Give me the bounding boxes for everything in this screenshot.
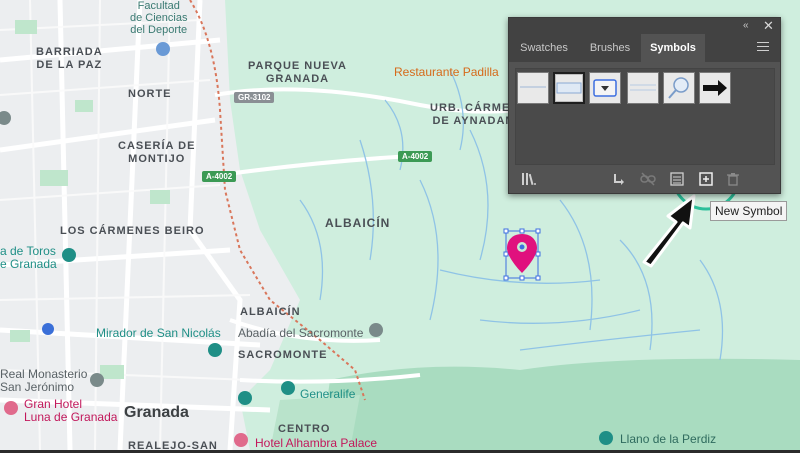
road-shield-a4002-west: A-4002 [202,171,237,182]
place-symbol-icon[interactable] [611,171,627,187]
panel-titlebar[interactable]: « ✕ [509,18,780,34]
tab-brushes[interactable]: Brushes [579,34,641,62]
symbol-swatch-2-selected[interactable] [553,72,585,104]
symbol-swatch-1[interactable] [517,72,549,104]
panel-menu-icon[interactable] [757,42,769,52]
road-shield-gr3102: GR-3102 [234,92,275,103]
arrow-right-icon [703,80,727,96]
tab-symbols[interactable]: Symbols [641,34,705,62]
magnifier-icon [668,77,689,99]
symbol-swatch-arrow[interactable] [699,72,731,104]
road-shield-a4002: A-4002 [398,151,433,162]
tab-swatches[interactable]: Swatches [509,34,579,62]
symbol-swatch-4[interactable] [627,72,659,104]
new-symbol-icon[interactable] [698,171,714,187]
symbol-libraries-icon[interactable] [521,171,537,187]
panel-tabs: Swatches Brushes Symbols [509,34,780,62]
trash-icon[interactable] [725,171,741,187]
symbol-options-icon[interactable] [669,171,685,187]
symbol-swatch-dropdown[interactable] [589,72,621,104]
new-symbol-tooltip: New Symbol [710,201,788,221]
collapse-panel-icon[interactable]: « [743,20,749,31]
symbol-swatch-magnifier[interactable] [663,72,695,104]
symbols-panel: « ✕ Swatches Brushes Symbols [508,17,781,194]
close-panel-icon[interactable]: ✕ [763,18,774,34]
break-link-icon[interactable] [640,171,656,187]
panel-footer [509,168,780,193]
